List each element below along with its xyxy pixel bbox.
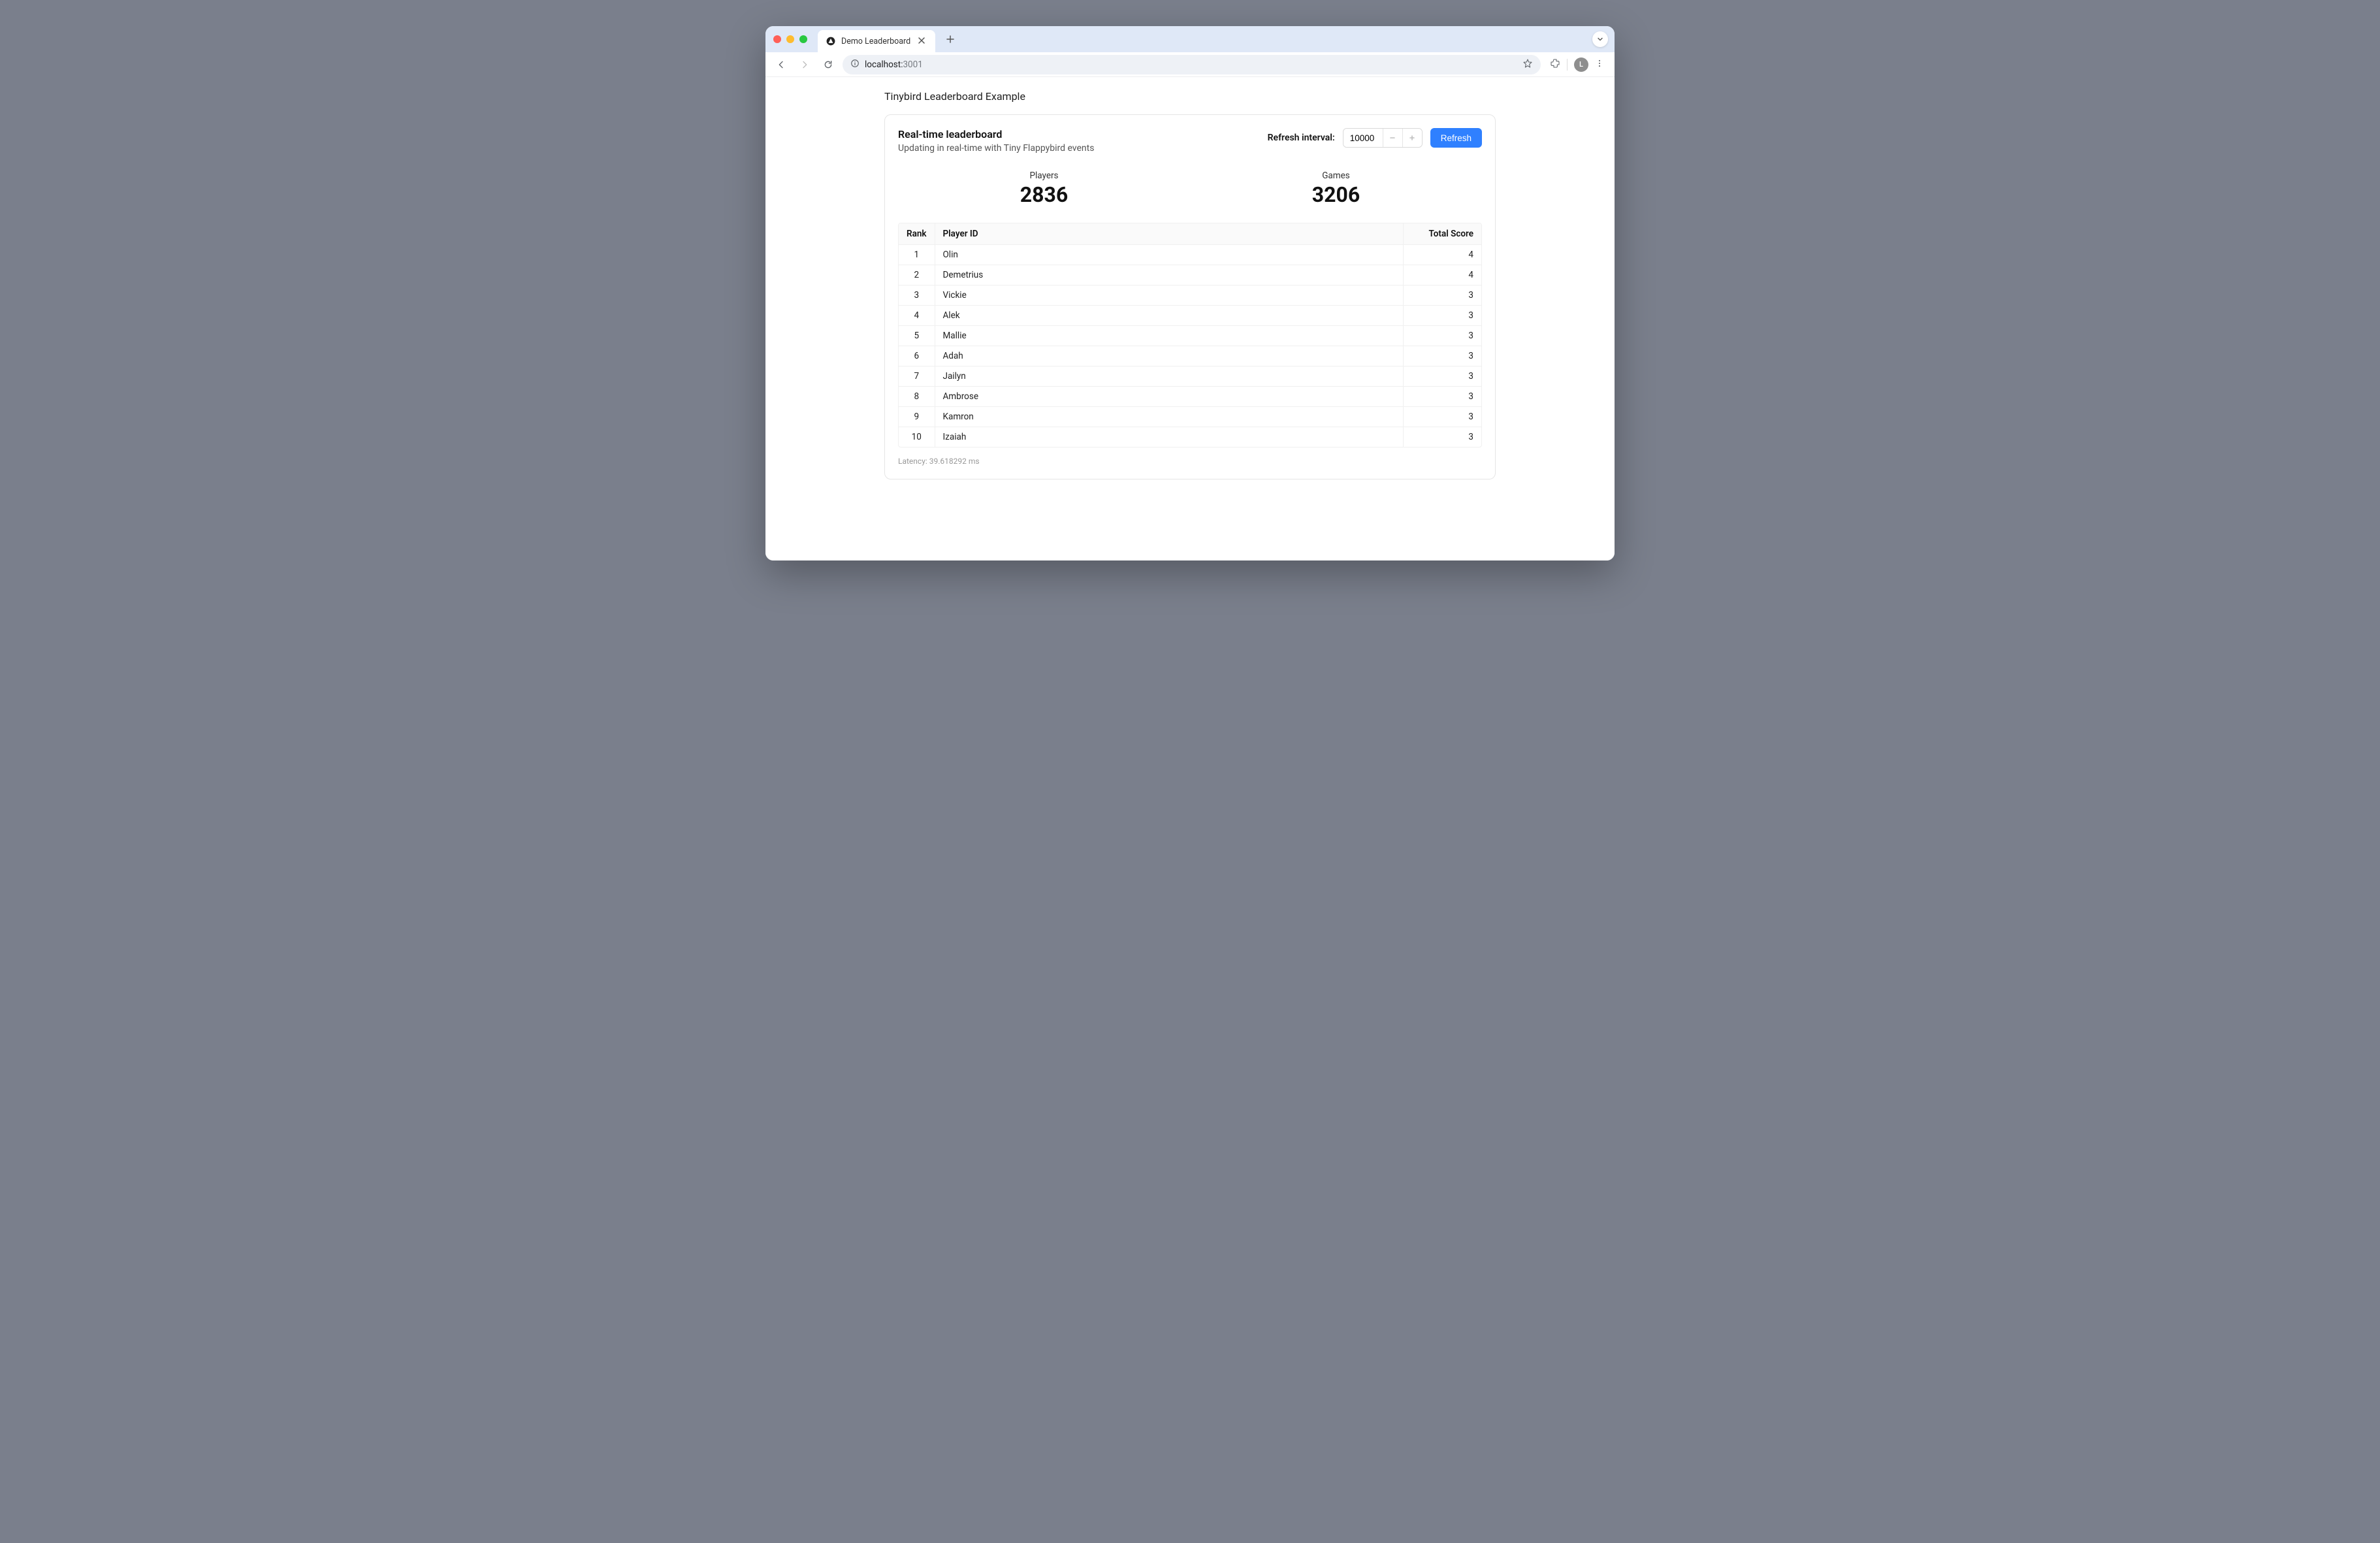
site-info-icon[interactable] [850,59,860,71]
refresh-interval-input[interactable] [1343,129,1383,147]
profile-avatar[interactable]: L [1574,57,1588,72]
card-heading: Real-time leaderboard [898,128,1094,140]
cell-rank: 10 [899,427,935,447]
stat-players-value: 2836 [898,182,1190,207]
table-row: 7Jailyn3 [899,366,1481,387]
cell-rank: 1 [899,245,935,265]
profile-initial: L [1579,60,1583,69]
cell-score: 4 [1403,265,1481,285]
tab-title: Demo Leaderboard [841,37,910,46]
cell-score: 3 [1403,306,1481,326]
cell-rank: 4 [899,306,935,326]
card-header: Real-time leaderboard Updating in real-t… [898,128,1482,154]
page-title: Tinybird Leaderboard Example [884,90,1496,103]
cell-score: 3 [1403,346,1481,366]
back-button[interactable] [772,56,790,74]
cell-player: Mallie [935,326,1403,346]
cell-score: 3 [1403,407,1481,427]
window-controls [773,35,807,43]
col-header-player: Player ID [935,223,1403,245]
cell-score: 3 [1403,387,1481,407]
menu-icon[interactable] [1595,58,1604,71]
cell-player: Ambrose [935,387,1403,407]
table-row: 4Alek3 [899,306,1481,326]
address-bar[interactable]: localhost:3001 [843,55,1541,74]
leaderboard-table: Rank Player ID Total Score 1Olin42Demetr… [898,223,1482,447]
leaderboard-card: Real-time leaderboard Updating in real-t… [884,114,1496,479]
stat-players: Players 2836 [898,171,1190,207]
stat-games-label: Games [1190,171,1482,181]
table-row: 9Kamron3 [899,407,1481,427]
cell-rank: 3 [899,285,935,306]
cell-rank: 6 [899,346,935,366]
table-header-row: Rank Player ID Total Score [899,223,1481,245]
cell-score: 3 [1403,427,1481,447]
table-row: 1Olin4 [899,245,1481,265]
stats-row: Players 2836 Games 3206 [898,171,1482,207]
refresh-interval-label: Refresh interval: [1268,133,1335,143]
card-subheading: Updating in real-time with Tiny Flappybi… [898,143,1094,154]
cell-player: Alek [935,306,1403,326]
browser-tab[interactable]: Demo Leaderboard [818,30,935,52]
stat-games-value: 3206 [1190,182,1482,207]
table-row: 5Mallie3 [899,326,1481,346]
table-row: 6Adah3 [899,346,1481,366]
stat-players-label: Players [898,171,1190,181]
cell-rank: 8 [899,387,935,407]
browser-toolbar: localhost:3001 L [765,52,1615,77]
forward-button[interactable] [796,56,814,74]
increment-button[interactable] [1402,129,1422,147]
cell-player: Jailyn [935,366,1403,387]
toolbar-right: L [1546,57,1608,72]
url-text: localhost:3001 [865,59,923,70]
cell-rank: 9 [899,407,935,427]
table-row: 8Ambrose3 [899,387,1481,407]
cell-rank: 5 [899,326,935,346]
refresh-button[interactable]: Refresh [1430,128,1482,148]
table-row: 10Izaiah3 [899,427,1481,447]
tab-close-icon[interactable] [916,36,927,46]
table-row: 2Demetrius4 [899,265,1481,285]
cell-player: Olin [935,245,1403,265]
cell-rank: 2 [899,265,935,285]
cell-player: Vickie [935,285,1403,306]
cell-rank: 7 [899,366,935,387]
page-content: Tinybird Leaderboard Example Real-time l… [765,77,1615,560]
tab-favicon-icon [826,36,836,46]
col-header-rank: Rank [899,223,935,245]
tabs-dropdown-button[interactable] [1592,31,1608,47]
cell-player: Adah [935,346,1403,366]
stat-games: Games 3206 [1190,171,1482,207]
toolbar-separator [1567,59,1568,71]
decrement-button[interactable] [1383,129,1402,147]
minimize-window-button[interactable] [786,35,794,43]
extensions-icon[interactable] [1550,58,1560,71]
new-tab-button[interactable] [942,31,959,48]
col-header-score: Total Score [1403,223,1481,245]
browser-window: Demo Leaderboard localhost:3001 [765,26,1615,560]
bookmark-icon[interactable] [1522,58,1533,71]
cell-player: Izaiah [935,427,1403,447]
refresh-controls: Refresh interval: Refresh [1268,128,1482,148]
cell-score: 3 [1403,285,1481,306]
latency-text: Latency: 39.618292 ms [898,457,1482,466]
refresh-interval-stepper [1343,128,1423,148]
reload-button[interactable] [819,56,837,74]
table-row: 3Vickie3 [899,285,1481,306]
maximize-window-button[interactable] [799,35,807,43]
cell-score: 4 [1403,245,1481,265]
title-bar: Demo Leaderboard [765,26,1615,52]
cell-player: Kamron [935,407,1403,427]
close-window-button[interactable] [773,35,781,43]
cell-score: 3 [1403,366,1481,387]
cell-score: 3 [1403,326,1481,346]
cell-player: Demetrius [935,265,1403,285]
